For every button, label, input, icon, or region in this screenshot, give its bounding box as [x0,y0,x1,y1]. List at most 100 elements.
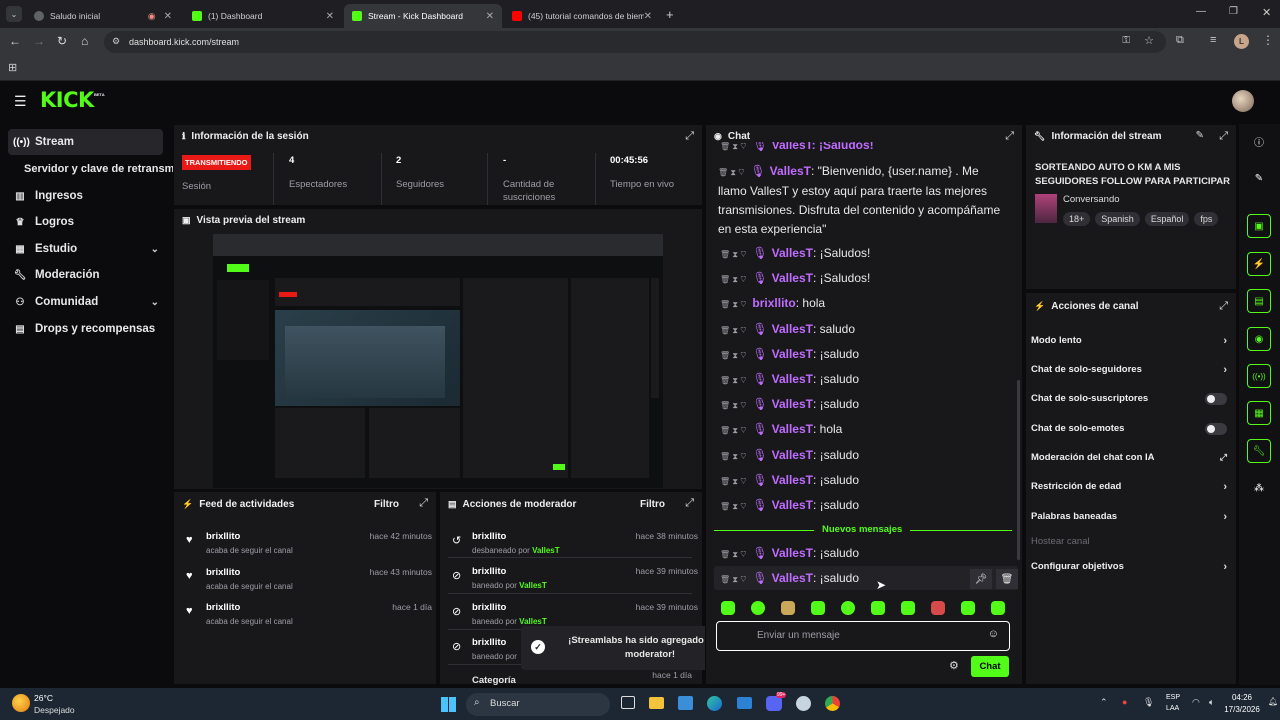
expand-icon[interactable]: ⤢ [685,497,694,510]
tab-search-button[interactable]: ⌄ [6,6,22,22]
mod-tools-icon[interactable]: 🗑︎ ⧗ ♡ [718,168,744,177]
lang-code[interactable]: ESP [1166,694,1180,701]
chat-settings-icon[interactable]: ⚙ [949,659,959,672]
close-window-icon[interactable]: ✕ [1262,6,1271,19]
moderator-name[interactable]: VallesT [519,581,547,590]
edge-icon[interactable] [707,696,722,711]
delete-icon[interactable]: 🗑︎ [996,569,1018,589]
profile-avatar[interactable]: L [1234,34,1249,49]
pin-icon[interactable]: 📌︎ [970,569,992,589]
wifi-icon[interactable]: ◠ [1192,697,1200,708]
mod-tools-icon[interactable]: 🗑︎ ⧗ ♡ [720,376,746,385]
emote-icon[interactable] [811,601,825,615]
username[interactable]: brixllito [206,531,240,542]
username[interactable]: brixllito [472,531,506,542]
site-info-icon[interactable]: ⚙ [112,36,120,47]
hamburger-menu-icon[interactable]: ☰ [14,93,27,110]
chat-bubble-icon[interactable]: ◉ [1247,327,1271,351]
mod-tools-icon[interactable]: 🗑︎ ⧗ ♡ [720,300,746,309]
emote-icon[interactable] [871,601,885,615]
mod-tools-icon[interactable]: 🗑︎ ⧗ ♡ [720,250,746,259]
sidebar-item-drops[interactable]: ▤ Drops y recompensas [8,316,163,342]
browser-tab-4[interactable]: (45) tutorial comandos de biem... ✕ [504,4,660,28]
broadcast-icon[interactable]: ((•)) [1247,364,1271,388]
clock-date[interactable]: 17/3/2026 [1221,705,1263,714]
sidebar-item-stream-key[interactable]: Servidor y clave de retransm [8,156,174,182]
bookmark-star-icon[interactable]: ☆ [1144,34,1154,47]
microphone-icon[interactable]: 🎙︎ [1143,697,1154,708]
new-tab-icon[interactable]: + [666,7,674,22]
emote-icon[interactable] [751,601,765,615]
taskbar-search[interactable]: ⌕ Buscar [466,693,610,716]
action-age-restriction[interactable]: Restricción de edad › [1031,481,1227,493]
category-name[interactable]: Conversando [1063,194,1120,205]
close-icon[interactable]: ✕ [164,11,172,22]
sidebar-item-ingresos[interactable]: ▥ Ingresos [8,183,163,209]
dashboard-icon[interactable]: ▦ [1247,401,1271,425]
mail-icon[interactable] [737,697,752,709]
chat-username[interactable]: VallesT [772,498,813,512]
browser-menu-icon[interactable]: ⋮ [1262,33,1274,47]
home-icon[interactable]: ⌂ [81,34,88,48]
password-key-icon[interactable]: ⚿ [1122,35,1130,46]
mod-tools-icon[interactable]: 🗑︎ ⧗ ♡ [720,452,746,461]
emoji-icon[interactable]: ☺ [988,628,999,640]
expand-icon[interactable]: ⤢ [1219,130,1228,143]
weather-icon[interactable] [12,694,30,712]
mod-tools-icon[interactable]: 🗑︎ ⧗ ♡ [720,326,746,335]
expand-icon[interactable]: ⤢ [1219,300,1228,313]
info-icon[interactable]: ⓘ [1247,129,1271,153]
emote-icon[interactable] [961,601,975,615]
camera-icon[interactable]: ▣ [1247,214,1271,238]
chat-username[interactable]: VallesT [772,271,813,285]
username[interactable]: brixllito [472,602,506,613]
chevron-up-icon[interactable]: ⌃ [1100,697,1108,708]
username[interactable]: brixllito [472,637,506,648]
chat-username[interactable]: VallesT [772,347,813,361]
chrome-icon[interactable] [825,696,840,711]
forward-icon[interactable]: → [33,34,45,48]
chat-input[interactable]: Enviar un mensaje ☺ [716,621,1010,651]
restore-icon[interactable]: ❐ [1229,6,1238,17]
wrench-icon[interactable]: 🔧︎ [1247,439,1271,463]
file-explorer-icon[interactable] [649,697,664,709]
browser-tab-2[interactable]: (1) Dashboard ✕ [184,4,342,28]
chat-username[interactable]: VallesT [772,246,813,260]
back-icon[interactable]: ← [9,34,21,48]
notifications-icon[interactable]: 🔔︎ [1268,697,1278,706]
mod-tools-icon[interactable]: 🗑︎ ⧗ ♡ [720,351,746,360]
mod-tools-icon[interactable]: 🗑︎ ⧗ ♡ [720,575,746,584]
edit-icon[interactable]: ✎ [1196,130,1204,141]
lang-code-2[interactable]: LAA [1166,705,1179,712]
chat-username[interactable]: VallesT [772,422,813,436]
chat-username[interactable]: VallesT [770,164,811,178]
task-view-icon[interactable] [621,696,635,709]
emote-icon[interactable] [721,601,735,615]
discord-icon[interactable] [766,696,782,711]
emote-icon[interactable] [841,601,855,615]
mod-tools-icon[interactable]: 🗑︎ ⧗ ♡ [720,275,746,284]
filter-button[interactable]: Filtro [640,499,665,510]
mod-tools-icon[interactable]: 🗑︎ ⧗ ♡ [720,477,746,486]
user-avatar[interactable] [1232,90,1254,112]
moderator-name[interactable]: VallesT [532,546,560,555]
volume-icon[interactable]: 🔈︎ [1209,697,1214,708]
chat-username[interactable]: VallesT [772,473,813,487]
sidebar-item-moderacion[interactable]: 🔧︎ Moderación [8,262,163,288]
bolt-icon[interactable]: ⚡ [1247,252,1271,276]
chat-username[interactable]: VallesT [772,397,813,411]
sidebar-item-comunidad[interactable]: ⚇ Comunidad ⌄ [8,289,163,315]
chat-username[interactable]: VallesT [772,322,813,336]
mod-tools-icon[interactable]: 🗑︎ ⧗ ♡ [720,550,746,559]
emote-icon[interactable] [931,601,945,615]
username[interactable]: brixllito [206,567,240,578]
tray-app-icon[interactable]: ● [1122,697,1127,707]
mod-tools-icon[interactable]: 🗑︎ ⧗ ♡ [720,426,746,435]
windows-start-icon[interactable] [441,697,456,712]
sidebar-item-logros[interactable]: ♛ Logros [8,209,163,235]
chat-username[interactable]: brixllito [752,296,795,310]
filter-button[interactable]: Filtro [374,499,399,510]
document-icon[interactable]: ▤ [1247,289,1271,313]
emote-icon[interactable] [901,601,915,615]
edit-icon[interactable]: ✎ [1247,166,1271,190]
